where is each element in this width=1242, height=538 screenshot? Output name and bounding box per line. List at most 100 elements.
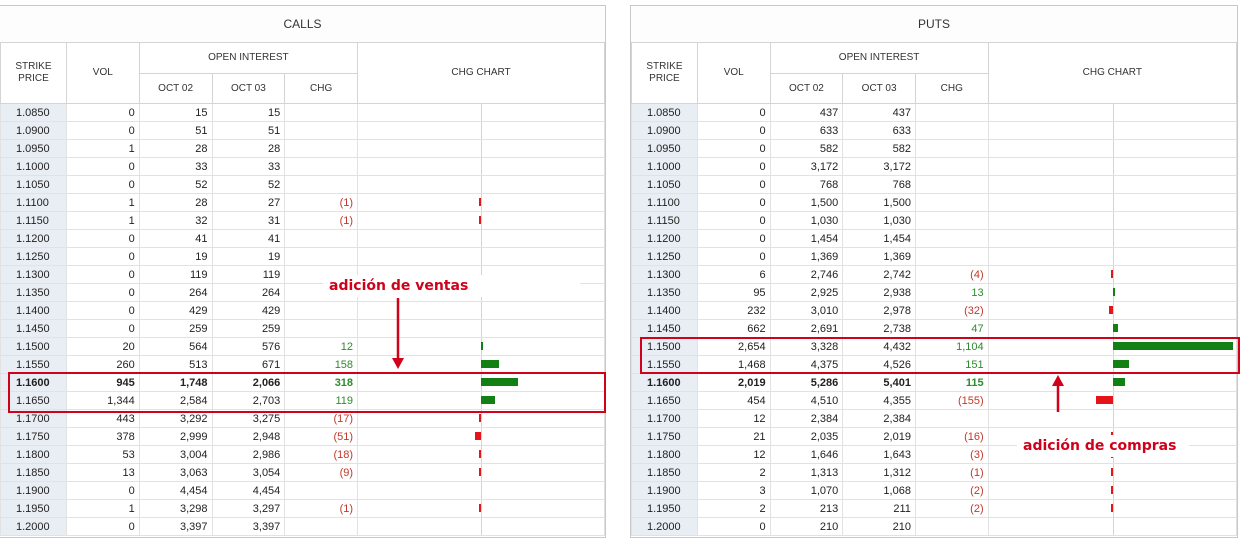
oct03-cell: 2,703 (211, 391, 286, 410)
oct02-cell: 1,646 (769, 445, 844, 464)
strike-cell: 1.1550 (0, 355, 67, 374)
chg-cell (284, 175, 359, 194)
chg-cell (914, 517, 989, 536)
chg-cell (914, 229, 989, 248)
vol-cell: 443 (65, 409, 140, 428)
vol-cell: 0 (65, 247, 140, 266)
table-row: 1.1450 662 2,691 2,738 47 (631, 319, 1237, 338)
calls-title: CALLS (0, 6, 605, 43)
oct03-cell: 19 (211, 247, 286, 266)
table-row: 1.1500 2,654 3,328 4,432 1,104 (631, 337, 1237, 356)
strike-cell: 1.1050 (631, 175, 698, 194)
vol-cell: 1 (65, 139, 140, 158)
oct02-cell: 3,004 (138, 445, 213, 464)
chg-bar (479, 216, 482, 224)
vol-cell: 0 (65, 175, 140, 194)
strike-cell: 1.1750 (631, 427, 698, 446)
chg-cell: (1) (284, 499, 359, 518)
oct03-cell: 33 (211, 157, 286, 176)
strike-cell: 1.1400 (0, 301, 67, 320)
oct02-cell: 19 (138, 247, 213, 266)
oct03-cell: 2,948 (211, 427, 286, 446)
vol-cell: 0 (696, 103, 771, 122)
strike-cell: 1.1450 (631, 319, 698, 338)
oct03-cell: 2,978 (842, 301, 916, 320)
oct02-cell: 3,328 (769, 337, 844, 356)
oct03-cell: 4,526 (842, 355, 916, 374)
oct02-cell: 437 (769, 103, 844, 122)
strike-cell: 1.1750 (0, 427, 67, 446)
chg-chart-cell (987, 373, 1237, 392)
oct03-cell: 27 (211, 193, 286, 212)
oct02-cell: 768 (769, 175, 844, 194)
oct02-cell: 210 (769, 517, 844, 536)
chg-bar (1110, 486, 1113, 494)
chg-chart-cell (987, 121, 1237, 140)
chg-bar (479, 198, 482, 206)
oct02-cell: 5,286 (769, 373, 844, 392)
vol-cell: 0 (696, 193, 771, 212)
table-row: 1.1300 6 2,746 2,742 (4) (631, 265, 1237, 284)
table-row: 1.1900 0 4,454 4,454 (0, 481, 605, 500)
table-row: 1.1550 1,468 4,375 4,526 151 (631, 355, 1237, 374)
table-row: 1.2000 0 3,397 3,397 (0, 517, 605, 536)
table-row: 1.1700 443 3,292 3,275 (17) (0, 409, 605, 428)
chg-chart-cell (987, 337, 1237, 356)
oct03-cell: 119 (211, 265, 286, 284)
vol-cell: 20 (65, 337, 140, 356)
oct02-cell: 2,035 (769, 427, 844, 446)
oct03-cell: 3,275 (211, 409, 286, 428)
oct03-cell: 211 (842, 499, 916, 518)
vol-cell: 0 (696, 517, 771, 536)
vol-cell: 2 (696, 463, 771, 482)
oct02-cell: 3,010 (769, 301, 844, 320)
chg-cell: 119 (284, 391, 359, 410)
puts-panel: PUTS STRIKE PRICE VOL OPEN INTEREST CHG … (630, 5, 1238, 538)
table-row: 1.1000 0 3,172 3,172 (631, 157, 1237, 176)
oct02-cell: 1,500 (769, 193, 844, 212)
vol-cell: 2 (696, 499, 771, 518)
table-row: 1.1600 945 1,748 2,066 318 (0, 373, 605, 392)
chg-cell: 12 (284, 337, 359, 356)
oct03-cell: 2,066 (211, 373, 286, 392)
chg-chart-cell (357, 373, 605, 392)
oct03-cell: 437 (842, 103, 916, 122)
table-row: 1.2000 0 210 210 (631, 517, 1237, 536)
chg-cell: 1,104 (914, 337, 989, 356)
chg-bar (1110, 504, 1113, 512)
oct03-cell: 582 (842, 139, 916, 158)
chg-bar (1110, 468, 1113, 476)
table-row: 1.1350 95 2,925 2,938 13 (631, 283, 1237, 302)
table-row: 1.1900 3 1,070 1,068 (2) (631, 481, 1237, 500)
oct03-cell: 671 (211, 355, 286, 374)
strike-cell: 1.1250 (0, 247, 67, 266)
oct02-header: OCT 02 (769, 73, 844, 104)
oct03-header: OCT 03 (842, 73, 916, 104)
strike-cell: 1.2000 (0, 517, 67, 536)
chg-bar (481, 378, 518, 386)
strike-cell: 1.1300 (631, 265, 698, 284)
oct02-cell: 28 (138, 193, 213, 212)
open-interest-header: OPEN INTEREST (769, 42, 989, 74)
table-row: 1.1150 1 32 31 (1) (0, 211, 605, 230)
chg-cell (914, 409, 989, 428)
chg-cell: 47 (914, 319, 989, 338)
chg-chart-cell (987, 301, 1237, 320)
strike-cell: 1.1350 (631, 283, 698, 302)
oct02-cell: 4,375 (769, 355, 844, 374)
calls-annotation-arrow (392, 298, 404, 369)
strike-cell: 1.1800 (0, 445, 67, 464)
oct02-cell: 4,454 (138, 481, 213, 500)
strike-cell: 1.1100 (631, 193, 698, 212)
chg-chart-cell (357, 139, 605, 158)
oct03-cell: 3,297 (211, 499, 286, 518)
strike-cell: 1.1250 (631, 247, 698, 266)
chg-chart-cell (357, 103, 605, 122)
vol-cell: 6 (696, 265, 771, 284)
oct02-cell: 429 (138, 301, 213, 320)
vol-cell: 2,654 (696, 337, 771, 356)
chg-chart-cell (357, 229, 605, 248)
table-row: 1.1600 2,019 5,286 5,401 115 (631, 373, 1237, 392)
chg-chart-header: CHG CHART (357, 42, 605, 104)
table-row: 1.1550 260 513 671 158 (0, 355, 605, 374)
